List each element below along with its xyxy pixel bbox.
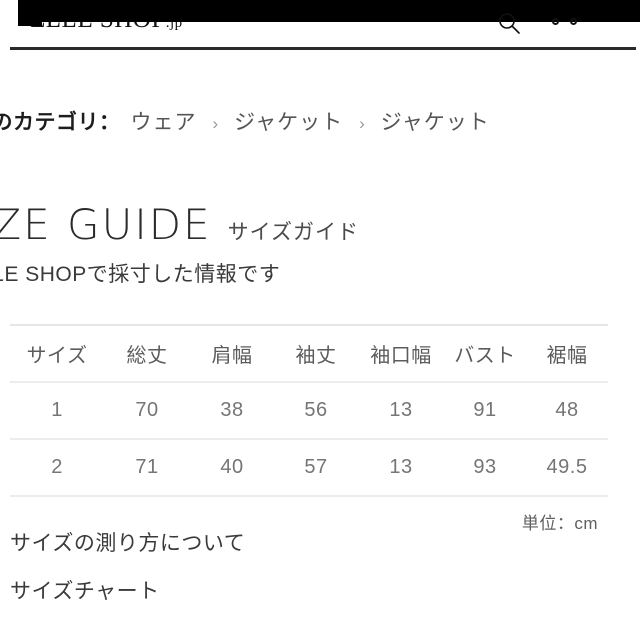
cell-length: 70 [104,382,190,440]
size-table: サイズ 総丈 肩幅 袖丈 袖口幅 バスト 裾幅 1 70 38 56 13 91… [10,324,608,497]
cell-size: 2 [10,439,104,497]
column-header-sleeve: 袖丈 [274,324,358,383]
breadcrumb-item-0[interactable]: ウェア [131,111,197,134]
cell-sleeve: 57 [274,439,358,497]
column-header-shoulder: 肩幅 [190,324,274,383]
size-table-body: 1 70 38 56 13 91 48 2 71 40 57 13 93 49.… [10,382,608,497]
column-header-hem: 裾幅 [526,324,608,383]
menu-dot-left [552,18,559,25]
table-header-row: サイズ 総丈 肩幅 袖丈 袖口幅 バスト 裾幅 [10,324,608,383]
header-divider [10,47,636,50]
menu-dots-icon[interactable] [552,18,582,30]
page-title-en: IZE GUIDE [0,200,212,249]
chevron-right-icon-0: › [212,114,219,133]
page-subtitle: LLE SHOPで採寸した情報です [0,263,281,286]
table-row: 1 70 38 56 13 91 48 [10,382,608,440]
search-icon[interactable] [497,11,521,35]
column-header-bust: バスト [444,324,526,383]
cell-sleeve: 56 [274,382,358,440]
cell-bust: 91 [444,382,526,440]
column-header-length: 総丈 [104,324,190,383]
breadcrumb-item-1[interactable]: ジャケット [234,111,343,134]
cell-shoulder: 38 [190,382,274,440]
size-table-head: サイズ 総丈 肩幅 袖丈 袖口幅 バスト 裾幅 [10,324,608,383]
top-black-overlay-notch [18,21,42,26]
breadcrumb-item-2[interactable]: ジャケット [381,111,490,134]
page-title: IZE GUIDE サイズガイド [0,200,359,249]
column-header-cuff: 袖口幅 [358,324,444,383]
cell-size: 1 [10,382,104,440]
cell-length: 71 [104,439,190,497]
top-black-overlay-bar [18,0,640,22]
menu-dot-right [570,18,577,25]
cell-bust: 93 [444,439,526,497]
page-title-ja: サイズガイド [227,221,359,244]
cell-cuff: 13 [358,382,444,440]
breadcrumb-label: 品のカテゴリ： [0,111,121,134]
site-header: ELLE SHOP.jp [0,0,640,50]
cell-hem: 49.5 [526,439,608,497]
table-row: 2 71 40 57 13 93 49.5 [10,439,608,497]
scrollbar-track[interactable] [616,236,624,536]
chevron-right-icon-1: › [359,114,365,133]
column-header-size: サイズ [10,324,104,383]
link-size-chart[interactable]: サイズチャート [10,575,160,605]
cell-hem: 48 [526,382,608,440]
breadcrumb: 品のカテゴリ： ウェア › ジャケット › ジャケット [0,108,640,139]
cell-shoulder: 40 [190,439,274,497]
link-how-to-measure[interactable]: サイズの測り方について [10,527,245,557]
cell-cuff: 13 [358,439,444,497]
